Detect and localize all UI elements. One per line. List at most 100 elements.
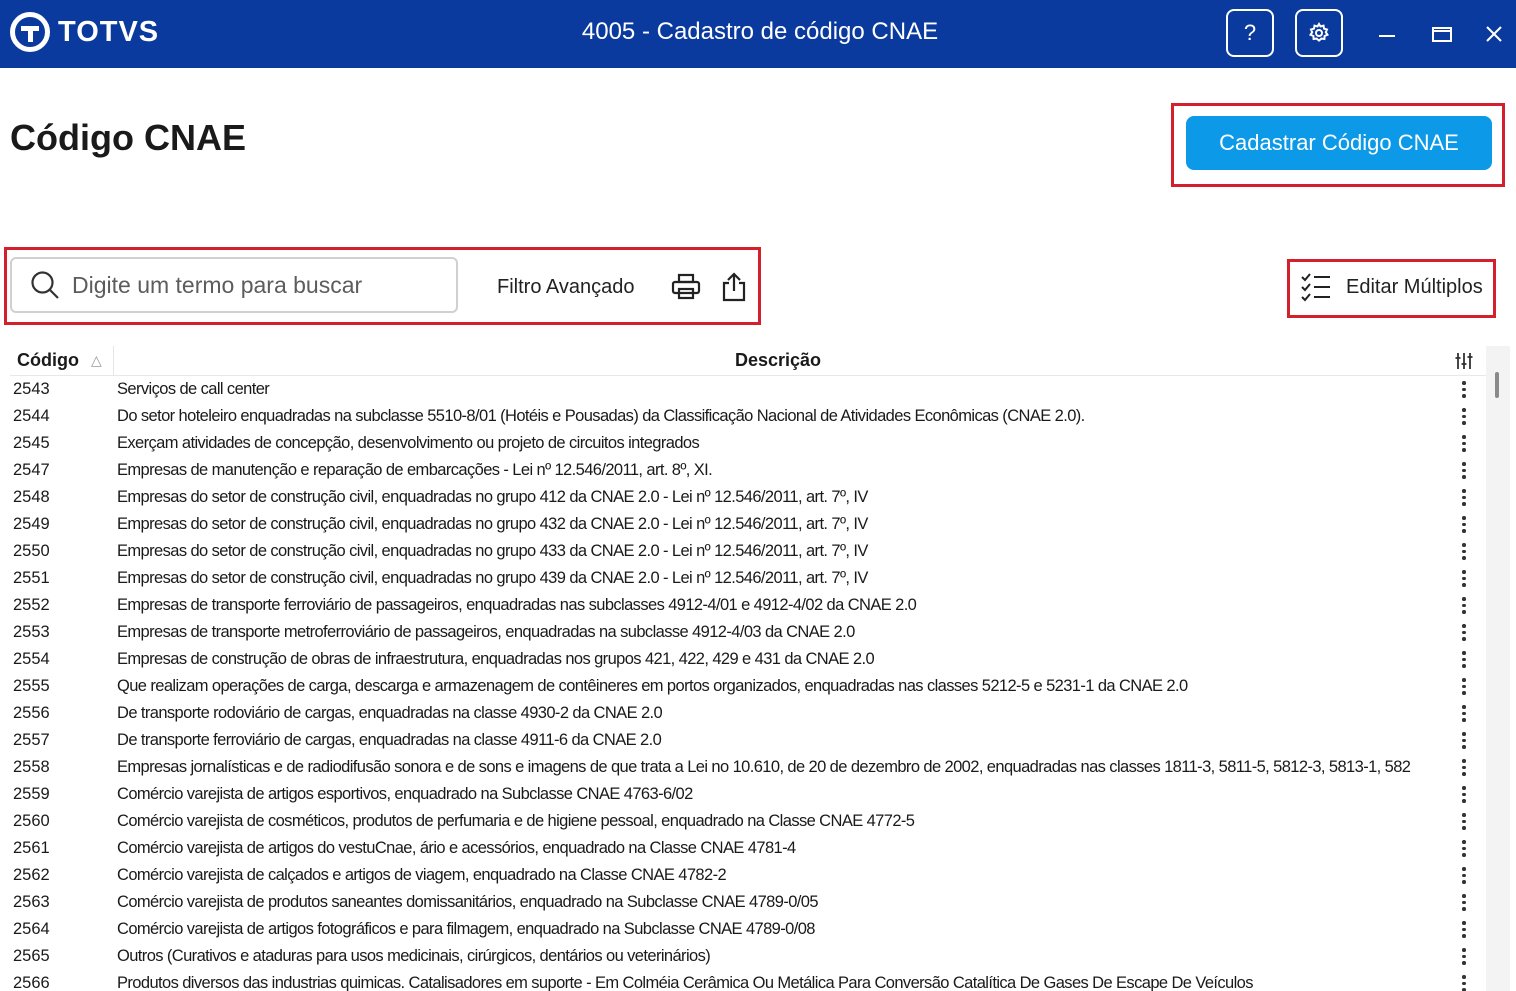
cell-description: Outros (Curativos e ataduras para usos m… [117,947,711,965]
table-row[interactable]: 2557 De transporte ferroviário de cargas,… [10,727,1486,754]
register-cnae-button[interactable]: Cadastrar Código CNAE [1186,116,1492,170]
search-icon [31,271,59,299]
row-actions-button[interactable] [1442,921,1486,938]
column-header-code[interactable]: Código △ [10,346,114,376]
table-row[interactable]: 2565 Outros (Curativos e ataduras para us… [10,943,1486,970]
more-vertical-icon [1462,570,1466,587]
row-actions-button[interactable] [1442,381,1486,398]
cell-code: 2566 [13,974,50,991]
row-actions-button[interactable] [1442,894,1486,911]
cell-description: Empresas do setor de construção civil, e… [117,542,868,560]
row-actions-button[interactable] [1442,408,1486,425]
row-actions-button[interactable] [1442,759,1486,776]
table-row[interactable]: 2551 Empresas do setor de construção civi… [10,565,1486,592]
row-actions-button[interactable] [1442,705,1486,722]
table-row[interactable]: 2559 Comércio varejista de artigos esport… [10,781,1486,808]
more-vertical-icon [1462,786,1466,803]
settings-button[interactable] [1295,9,1343,57]
cell-code: 2557 [13,731,50,749]
checklist-icon [1301,273,1330,302]
table-row[interactable]: 2560 Comércio varejista de cosméticos, pr… [10,808,1486,835]
search-box [10,257,458,313]
export-button[interactable] [718,270,750,304]
row-actions-button[interactable] [1442,867,1486,884]
table-row[interactable]: 2564 Comércio varejista de artigos fotogr… [10,916,1486,943]
column-header-description[interactable]: Descrição [114,350,1442,371]
table-row[interactable]: 2555 Que realizam operações de carga, des… [10,673,1486,700]
more-vertical-icon [1462,462,1466,479]
totvs-logo: TOTVS [10,10,159,54]
cell-description: Serviços de call center [117,380,270,398]
table-row[interactable]: 2558 Empresas jornalísticas e de radiodif… [10,754,1486,781]
table-row[interactable]: 2548 Empresas do setor de construção civi… [10,484,1486,511]
table-row[interactable]: 2556 De transporte rodoviário de cargas, … [10,700,1486,727]
maximize-button[interactable] [1428,20,1456,48]
cell-code: 2553 [13,623,50,641]
row-actions-button[interactable] [1442,570,1486,587]
row-actions-button[interactable] [1442,516,1486,533]
more-vertical-icon [1462,597,1466,614]
table-row[interactable]: 2550 Empresas do setor de construção civi… [10,538,1486,565]
minimize-button[interactable] [1373,20,1401,48]
print-button[interactable] [670,270,702,304]
cnae-table: Código △ Descrição 2543 Serviços de call … [10,346,1486,991]
cell-description: Empresas de construção de obras de infra… [117,650,875,668]
table-row[interactable]: 2561 Comércio varejista de artigos do ves… [10,835,1486,862]
sliders-icon [1455,352,1473,369]
row-actions-button[interactable] [1442,813,1486,830]
table-row[interactable]: 2547 Empresas de manutenção e reparação d… [10,457,1486,484]
cell-description: Comércio varejista de artigos esportivos… [117,785,693,803]
title-bar: TOTVS 4005 - Cadastro de código CNAE ? [0,0,1516,68]
row-actions-button[interactable] [1442,543,1486,560]
row-actions-button[interactable] [1442,975,1486,991]
cell-description: Empresas do setor de construção civil, e… [117,515,868,533]
page-title: Código CNAE [10,117,246,158]
search-input[interactable] [72,271,432,299]
cell-code: 2552 [13,596,50,614]
table-row[interactable]: 2552 Empresas de transporte ferroviário d… [10,592,1486,619]
table-row[interactable]: 2544 Do setor hoteleiro enquadradas na su… [10,403,1486,430]
table-header: Código △ Descrição [10,346,1486,376]
cell-description: Comércio varejista de calçados e artigos… [117,866,727,884]
table-row[interactable]: 2566 Produtos diversos das industrias qui… [10,970,1486,991]
cell-code: 2561 [13,839,50,857]
row-actions-button[interactable] [1442,678,1486,695]
table-row[interactable]: 2543 Serviços de call center [10,376,1486,403]
table-row[interactable]: 2554 Empresas de construção de obras de i… [10,646,1486,673]
edit-multiple-button[interactable]: Editar Múltiplos [1300,272,1483,302]
cell-description: Empresas jornalísticas e de radiodifusão… [117,758,1411,776]
help-button[interactable]: ? [1226,9,1274,57]
cell-description: Empresas de manutenção e reparação de em… [117,461,713,479]
row-actions-button[interactable] [1442,732,1486,749]
window-title: 4005 - Cadastro de código CNAE [581,18,939,45]
row-actions-button[interactable] [1442,948,1486,965]
row-actions-button[interactable] [1442,840,1486,857]
table-row[interactable]: 2562 Comércio varejista de calçados e art… [10,862,1486,889]
cell-description: De transporte rodoviário de cargas, enqu… [117,704,663,722]
more-vertical-icon [1462,651,1466,668]
row-actions-button[interactable] [1442,624,1486,641]
cell-description: Do setor hoteleiro enquadradas na subcla… [117,407,1085,425]
cell-description: Produtos diversos das industrias quimica… [117,974,1254,991]
row-actions-button[interactable] [1442,651,1486,668]
scrollbar-thumb[interactable] [1495,372,1499,398]
cell-description: Comércio varejista de artigos fotográfic… [117,920,815,938]
minimize-icon [1379,35,1395,37]
cell-code: 2562 [13,866,50,884]
close-button[interactable] [1480,20,1508,48]
row-actions-button[interactable] [1442,489,1486,506]
table-row[interactable]: 2545 Exerçam atividades de concepção, des… [10,430,1486,457]
row-actions-button[interactable] [1442,462,1486,479]
sort-ascending-icon[interactable]: △ [91,352,102,369]
table-row[interactable]: 2553 Empresas de transporte metroferroviá… [10,619,1486,646]
row-actions-button[interactable] [1442,435,1486,452]
vertical-scrollbar[interactable] [1486,346,1510,991]
table-row[interactable]: 2563 Comércio varejista de produtos sanea… [10,889,1486,916]
cell-code: 2556 [13,704,50,722]
printer-icon [671,273,701,300]
column-settings-button[interactable] [1442,351,1486,371]
row-actions-button[interactable] [1442,786,1486,803]
advanced-filter-link[interactable]: Filtro Avançado [497,276,635,299]
row-actions-button[interactable] [1442,597,1486,614]
table-row[interactable]: 2549 Empresas do setor de construção civi… [10,511,1486,538]
